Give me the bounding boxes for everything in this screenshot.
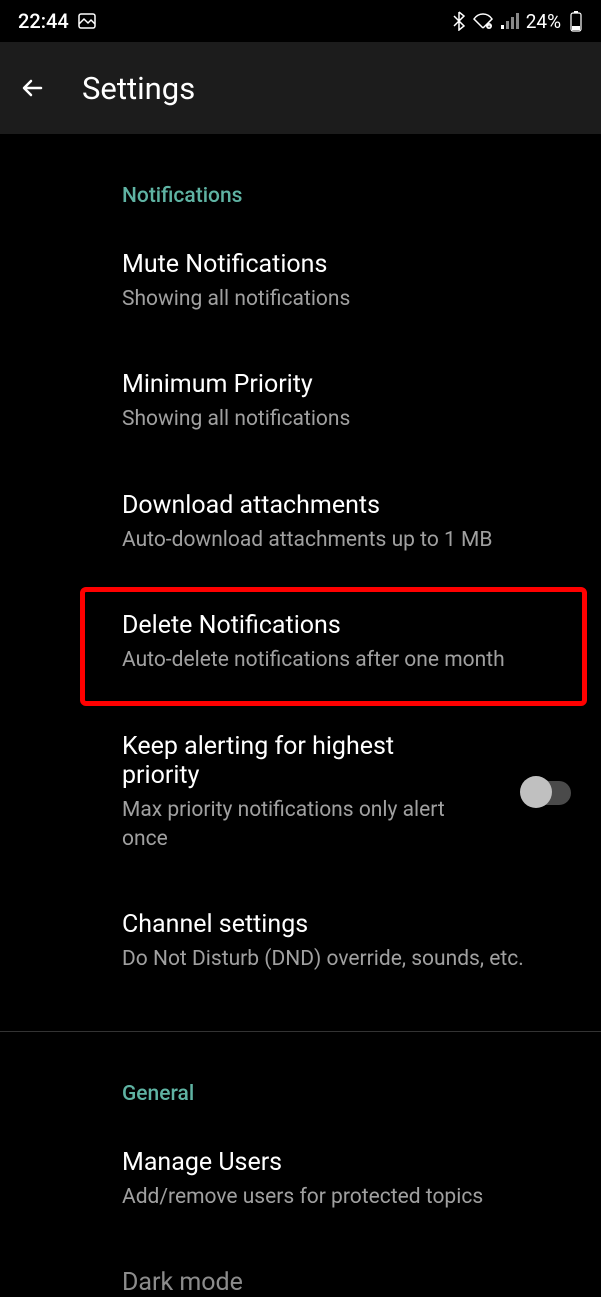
setting-subtitle: Max priority notifications only alert on… [122, 796, 462, 855]
section-header-notifications: Notifications [0, 184, 601, 208]
battery-icon [569, 10, 583, 32]
back-button[interactable] [18, 73, 48, 103]
setting-manage-users[interactable]: Manage Users Add/remove users for protec… [0, 1148, 601, 1212]
setting-subtitle: Auto-download attachments up to 1 MB [122, 526, 581, 555]
toggle-knob [520, 776, 552, 808]
setting-subtitle: Auto-delete notifications after one mont… [122, 646, 581, 675]
status-bar: 22:44 + [0, 0, 601, 42]
setting-mute-notifications[interactable]: Mute Notifications Showing all notificat… [0, 250, 601, 314]
content: Notifications Mute Notifications Showing… [0, 134, 601, 1297]
setting-subtitle: Do Not Disturb (DND) override, sounds, e… [122, 945, 581, 974]
setting-download-attachments[interactable]: Download attachments Auto-download attac… [0, 491, 601, 555]
setting-delete-notifications[interactable]: Delete Notifications Auto-delete notific… [0, 611, 601, 675]
app-header: Settings [0, 42, 601, 134]
svg-text:+: + [487, 24, 490, 30]
setting-minimum-priority[interactable]: Minimum Priority Showing all notificatio… [0, 370, 601, 434]
setting-subtitle: Add/remove users for protected topics [122, 1183, 581, 1212]
setting-title: Channel settings [122, 910, 581, 939]
setting-title: Dark mode [122, 1268, 581, 1297]
setting-title: Keep alerting for highest priority [122, 732, 462, 790]
signal-icon [500, 13, 520, 29]
setting-keep-alerting[interactable]: Keep alerting for highest priority Max p… [0, 732, 601, 855]
setting-dark-mode[interactable]: Dark mode [0, 1268, 601, 1297]
picture-icon [77, 11, 97, 31]
setting-title: Manage Users [122, 1148, 581, 1177]
toggle-keep-alerting[interactable] [523, 781, 571, 805]
setting-channel-settings[interactable]: Channel settings Do Not Disturb (DND) ov… [0, 910, 601, 974]
divider [0, 1031, 601, 1032]
setting-title: Minimum Priority [122, 370, 581, 399]
battery-text: 24% [526, 10, 561, 33]
wifi-icon: + [472, 12, 494, 30]
setting-subtitle: Showing all notifications [122, 285, 581, 314]
status-left: 22:44 [18, 9, 97, 33]
setting-subtitle: Showing all notifications [122, 405, 581, 434]
setting-title: Delete Notifications [122, 611, 581, 640]
bluetooth-icon [452, 11, 466, 31]
setting-title: Download attachments [122, 491, 581, 520]
section-header-general: General [0, 1082, 601, 1106]
setting-title: Mute Notifications [122, 250, 581, 279]
status-time: 22:44 [18, 9, 69, 33]
status-right: + 24% [452, 10, 583, 33]
page-title: Settings [82, 70, 195, 107]
